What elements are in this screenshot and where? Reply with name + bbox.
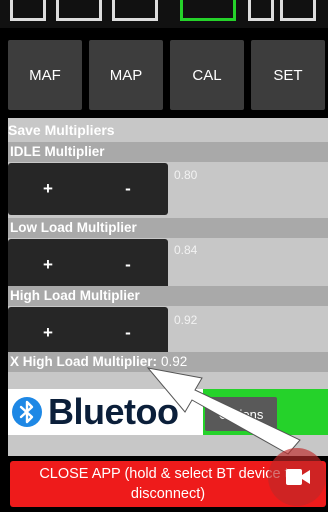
idle-plus-button[interactable]: + xyxy=(8,163,88,215)
panel-title: Save Multipliers xyxy=(8,122,115,138)
tab-cal[interactable]: CAL xyxy=(170,40,244,110)
pointer-arrow-icon xyxy=(146,367,301,455)
idle-controls: + - xyxy=(8,163,168,215)
high-load-multiplier-label: High Load Multiplier xyxy=(8,286,328,306)
idle-multiplier-value: 0.80 xyxy=(174,168,198,182)
tab-set[interactable]: SET xyxy=(251,40,325,110)
idle-minus-button[interactable]: - xyxy=(88,163,168,215)
x-high-load-multiplier-label: X High Load Multiplier: xyxy=(10,354,157,369)
tab-map[interactable]: MAP xyxy=(89,40,163,110)
app-logo xyxy=(0,0,328,28)
screen-record-icon[interactable] xyxy=(268,448,326,506)
low-load-multiplier-value: 0.84 xyxy=(174,243,198,257)
tab-maf[interactable]: MAF xyxy=(8,40,82,110)
low-load-controls: + - xyxy=(8,239,168,291)
low-load-multiplier-label: Low Load Multiplier xyxy=(8,218,328,238)
idle-multiplier-label: IDLE Multiplier xyxy=(8,142,328,162)
bluetooth-icon xyxy=(12,397,42,427)
low-load-plus-button[interactable]: + xyxy=(8,239,88,291)
high-load-multiplier-value: 0.92 xyxy=(174,313,198,327)
low-load-minus-button[interactable]: - xyxy=(88,239,168,291)
